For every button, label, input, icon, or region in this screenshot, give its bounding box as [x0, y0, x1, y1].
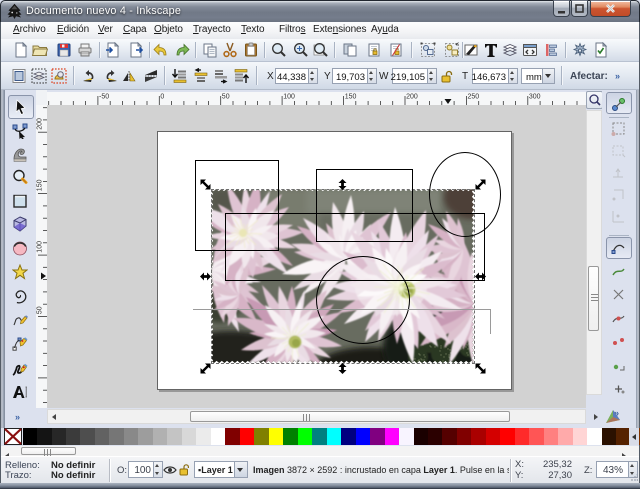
svg-text:200: 200 [406, 94, 418, 101]
svg-text:-50: -50 [99, 94, 109, 101]
svg-text:150: 150 [37, 179, 44, 191]
svg-text:50: 50 [222, 94, 230, 101]
svg-text:100: 100 [283, 94, 295, 101]
svg-text:100: 100 [37, 241, 44, 253]
svg-text:50: 50 [37, 306, 44, 314]
svg-text:0: 0 [160, 94, 164, 101]
svg-text:200: 200 [37, 118, 44, 130]
svg-text:300: 300 [529, 94, 541, 101]
svg-text:150: 150 [345, 94, 357, 101]
svg-text:250: 250 [468, 94, 480, 101]
